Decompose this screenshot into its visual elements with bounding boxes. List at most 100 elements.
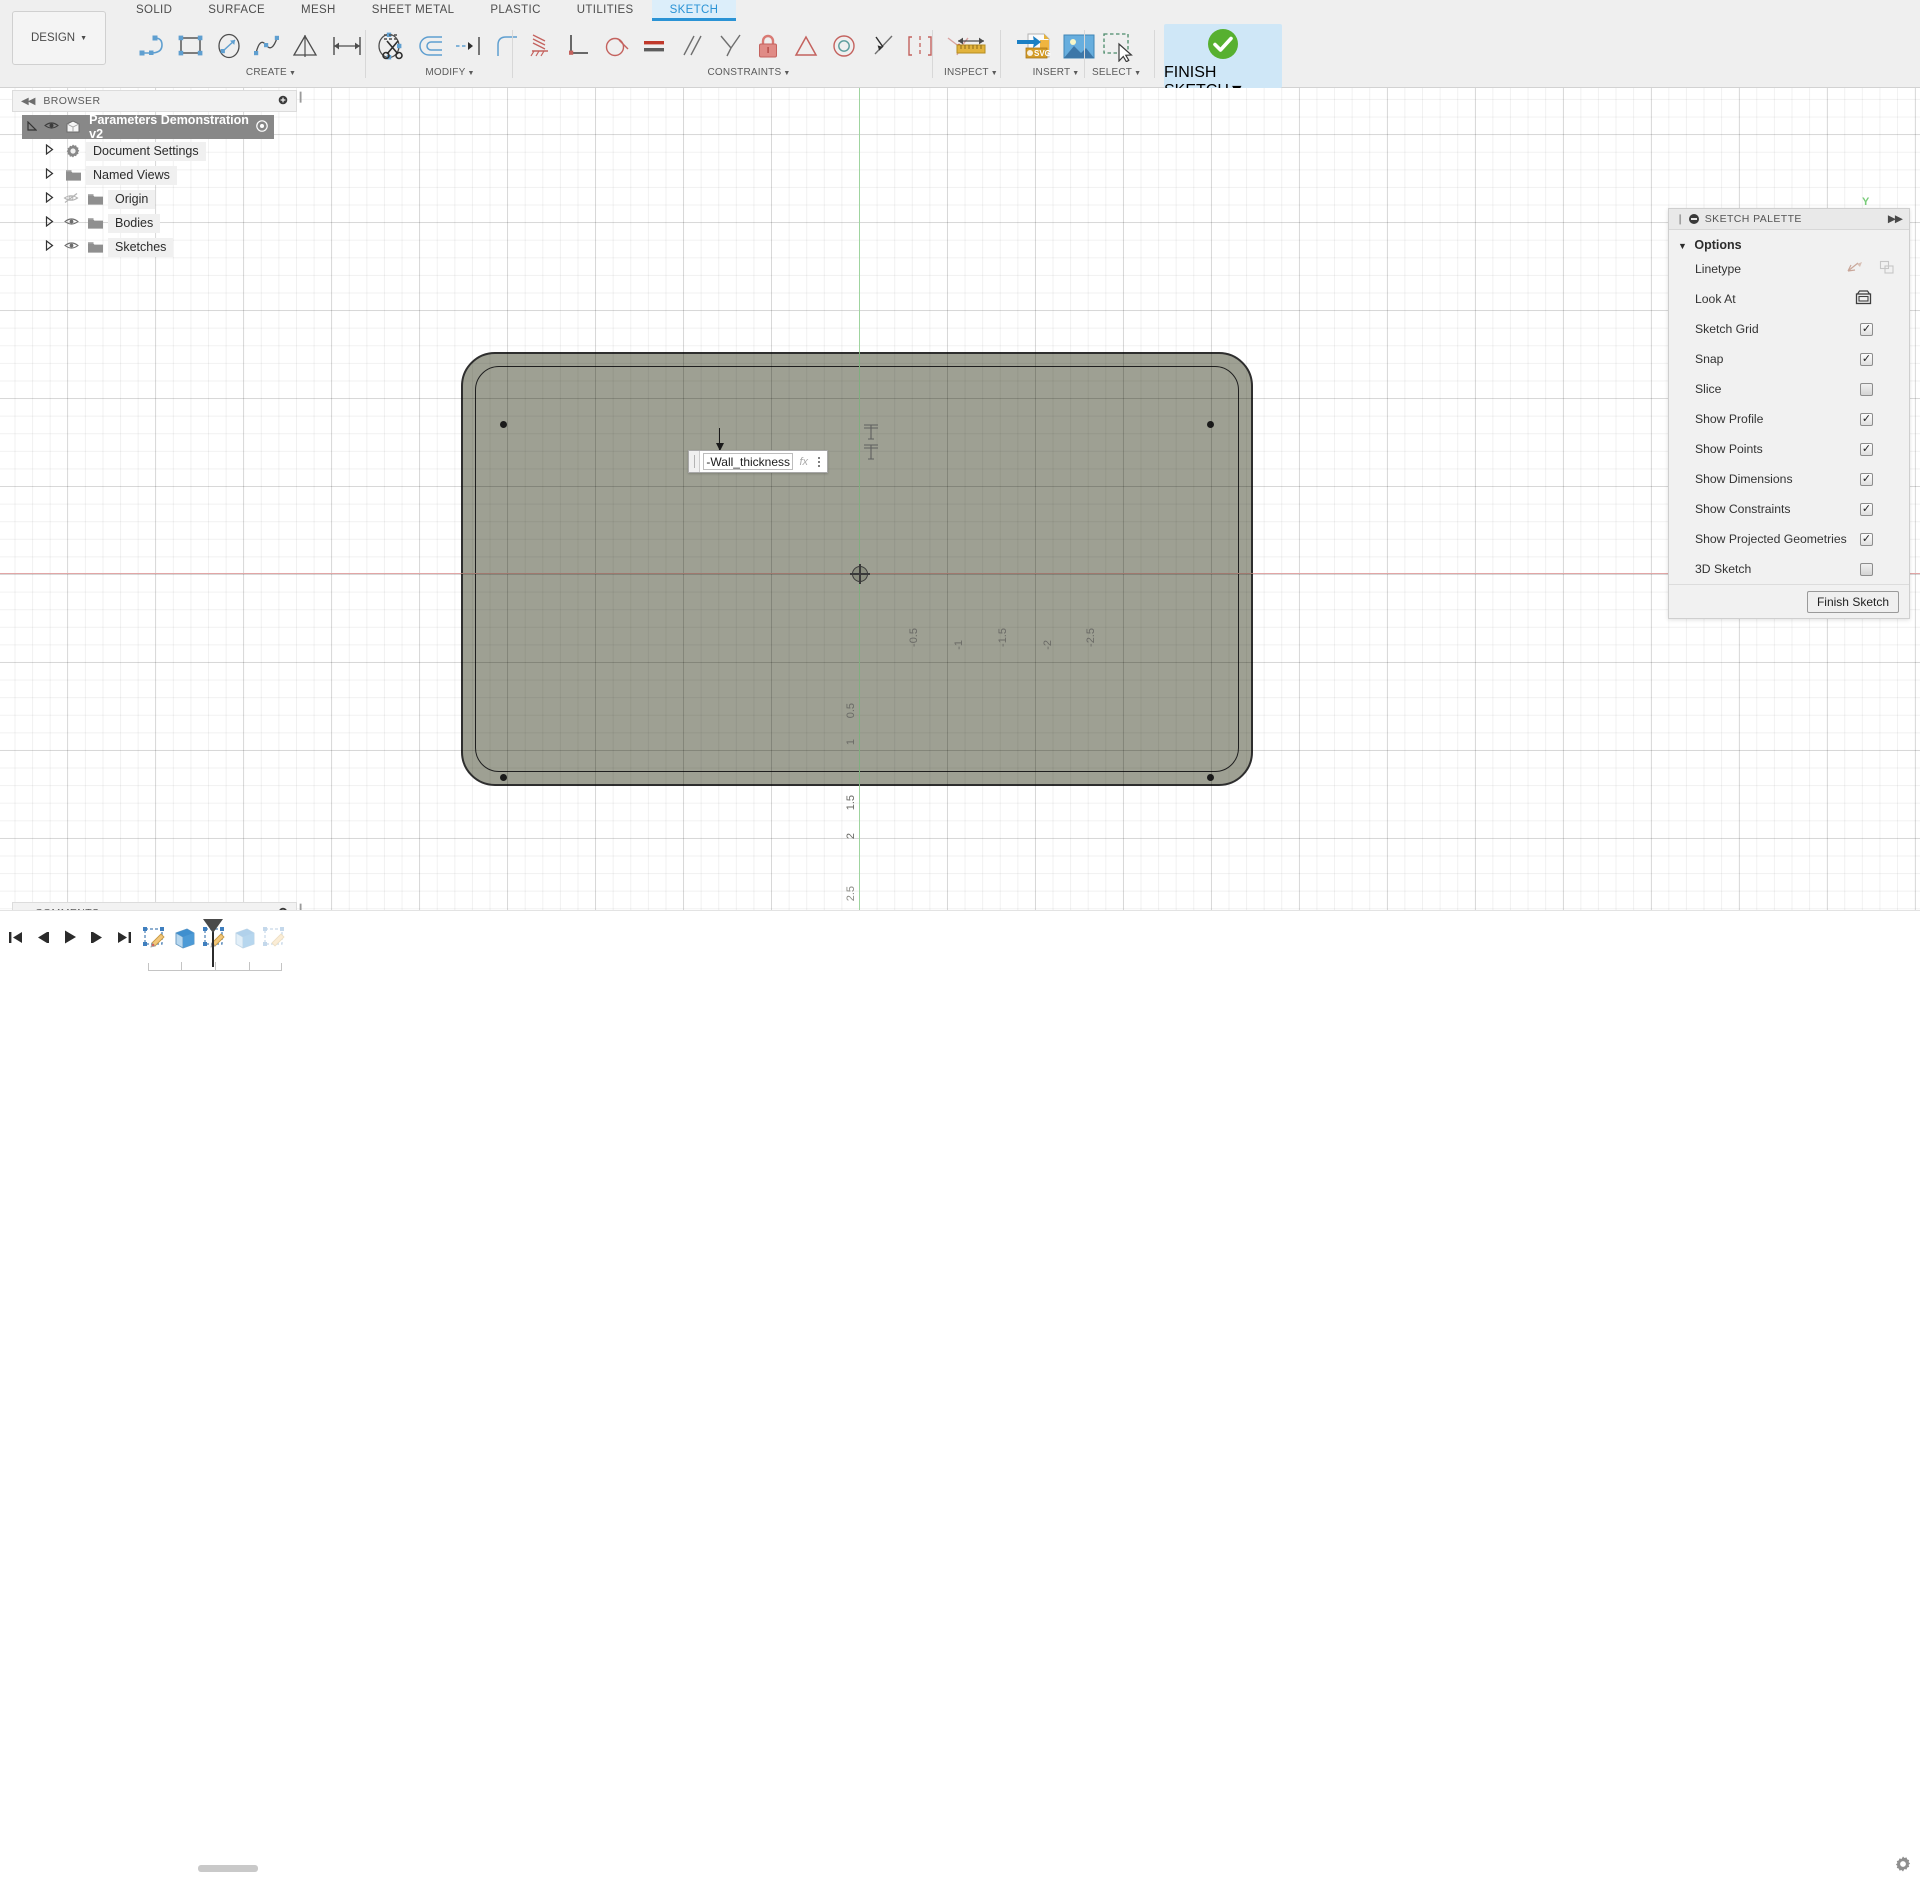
sketch-origin-point[interactable]	[852, 566, 868, 582]
tangent-constraint-button[interactable]	[597, 26, 635, 66]
step-backward-button[interactable]	[35, 930, 50, 950]
smooth-constraint-button[interactable]	[901, 26, 939, 66]
snap-checkbox[interactable]: ✓	[1860, 353, 1873, 366]
tab-mesh[interactable]: MESH	[283, 0, 354, 21]
expand-triangle-icon[interactable]	[38, 192, 60, 206]
jump-to-end-button[interactable]	[117, 930, 132, 950]
tab-sketch[interactable]: SKETCH	[652, 0, 737, 21]
palette-options-section-header[interactable]: ▼ Options	[1669, 230, 1909, 254]
finish-sketch-check-button[interactable]	[1200, 24, 1246, 64]
fx-icon[interactable]: fx	[796, 456, 811, 468]
extend-tool-button[interactable]	[450, 26, 488, 66]
tab-sheet-metal[interactable]: SHEET METAL	[354, 0, 473, 21]
sketch-point[interactable]	[1207, 774, 1214, 781]
dimension-input-callout[interactable]: -Wall_thickness fx	[688, 450, 828, 473]
timeline-feature-sketch-pending[interactable]	[262, 925, 288, 951]
concentric-constraint-button[interactable]	[825, 26, 863, 66]
kebab-menu-icon[interactable]	[811, 457, 827, 467]
tab-plastic[interactable]: PLASTIC	[472, 0, 558, 21]
browser-options-icon[interactable]	[278, 95, 288, 108]
show-projected-geometries-checkbox[interactable]: ✓	[1860, 533, 1873, 546]
expand-triangle-icon[interactable]	[38, 240, 60, 254]
palette-pin-icon[interactable]	[1689, 214, 1699, 224]
measure-tool-button[interactable]	[948, 26, 994, 66]
expand-triangle-icon[interactable]	[38, 168, 60, 182]
sketch-point[interactable]	[1207, 421, 1214, 428]
linetype-centerline-icon[interactable]	[1879, 260, 1895, 278]
expand-triangle-icon[interactable]	[38, 144, 60, 158]
ribbon-group-insert-label[interactable]: INSERT▼	[1033, 67, 1080, 78]
sketch-point[interactable]	[500, 774, 507, 781]
browser-resize-handle[interactable]: ❙	[296, 90, 305, 103]
slice-checkbox[interactable]	[1860, 383, 1873, 396]
linetype-construction-icon[interactable]	[1846, 260, 1863, 278]
finish-sketch-button[interactable]: Finish Sketch	[1807, 591, 1899, 613]
browser-item-bodies[interactable]: Bodies	[38, 211, 297, 235]
component-activate-icon[interactable]	[256, 120, 268, 135]
visibility-eye-icon[interactable]	[60, 216, 82, 230]
parallel-constraint-button[interactable]	[673, 26, 711, 66]
sketch-palette-header[interactable]: ❙ SKETCH PALETTE ▶▶	[1669, 209, 1909, 230]
timeline-playhead[interactable]	[212, 921, 214, 967]
step-forward-button[interactable]	[90, 930, 105, 950]
tab-solid[interactable]: SOLID	[118, 0, 190, 21]
workspace-switcher-button[interactable]: DESIGN ▼	[12, 11, 106, 65]
look-at-icon[interactable]	[1854, 289, 1873, 309]
dimension-value-input[interactable]: -Wall_thickness	[703, 453, 793, 470]
show-constraints-checkbox[interactable]: ✓	[1860, 503, 1873, 516]
callout-drag-handle[interactable]	[689, 451, 700, 472]
browser-item-sketches[interactable]: Sketches	[38, 235, 297, 259]
show-points-checkbox[interactable]: ✓	[1860, 443, 1873, 456]
timeline-scrollbar[interactable]	[198, 1865, 258, 1872]
expand-right-icon[interactable]: ▶▶	[1888, 213, 1902, 225]
jump-to-start-button[interactable]	[8, 930, 23, 950]
sketch-grid-checkbox[interactable]: ✓	[1860, 323, 1873, 336]
visibility-eye-icon[interactable]	[42, 120, 62, 134]
browser-item-root[interactable]: Parameters Demonstration v2	[22, 115, 274, 139]
timeline-feature-sketch[interactable]	[142, 925, 168, 951]
select-tool-button[interactable]	[1094, 26, 1140, 66]
expand-triangle-icon[interactable]	[22, 121, 42, 134]
visibility-eye-hidden-icon[interactable]	[60, 192, 82, 207]
ribbon-group-modify-label[interactable]: MODIFY▼	[425, 67, 474, 78]
show-profile-checkbox[interactable]: ✓	[1860, 413, 1873, 426]
show-dimensions-checkbox[interactable]: ✓	[1860, 473, 1873, 486]
mirror-tool-button[interactable]	[286, 26, 324, 66]
fix-lock-constraint-button[interactable]	[749, 26, 787, 66]
expand-triangle-icon[interactable]	[38, 216, 60, 230]
ribbon-group-inspect-label[interactable]: INSPECT▼	[944, 67, 998, 78]
browser-item-named-views[interactable]: Named Views	[38, 163, 297, 187]
ribbon-group-select-label[interactable]: SELECT▼	[1092, 67, 1141, 78]
timeline-feature-extrude-pending[interactable]	[232, 925, 258, 951]
tab-surface[interactable]: SURFACE	[190, 0, 283, 21]
perpendicular-constraint-button[interactable]	[559, 26, 597, 66]
offset-tool-button[interactable]	[412, 26, 450, 66]
play-button[interactable]	[62, 929, 78, 950]
trim-tool-button[interactable]	[374, 26, 412, 66]
timeline-settings-gear-icon[interactable]	[1894, 1855, 1912, 1878]
browser-item-origin[interactable]: Origin	[38, 187, 297, 211]
circle-tool-button[interactable]	[210, 26, 248, 66]
visibility-eye-icon[interactable]	[60, 240, 82, 254]
tab-utilities[interactable]: UTILITIES	[559, 0, 652, 21]
line-tool-button[interactable]	[134, 26, 172, 66]
browser-header[interactable]: ◀◀ BROWSER	[12, 90, 297, 112]
palette-drag-handle[interactable]: ❙	[1676, 214, 1685, 225]
midpoint-constraint-button[interactable]	[711, 26, 749, 66]
horizontal-vertical-constraint-button[interactable]	[521, 26, 559, 66]
spline-tool-button[interactable]	[248, 26, 286, 66]
collinear-constraint-button[interactable]	[863, 26, 901, 66]
sketch-point[interactable]	[500, 421, 507, 428]
symmetry-constraint-button[interactable]	[787, 26, 825, 66]
collapse-left-icon[interactable]: ◀◀	[21, 96, 34, 107]
3d-sketch-checkbox[interactable]	[1860, 563, 1873, 576]
ribbon-group-constraints-label[interactable]: CONSTRAINTS▼	[707, 67, 790, 78]
browser-item-document-settings[interactable]: Document Settings	[38, 139, 297, 163]
rectangle-tool-button[interactable]	[172, 26, 210, 66]
rectangular-pattern-tool-button[interactable]	[324, 26, 370, 66]
timeline-feature-extrude[interactable]	[172, 925, 198, 951]
ribbon-group-finish-sketch[interactable]: FINISH SKETCH▼	[1164, 24, 1282, 88]
equal-constraint-button[interactable]	[635, 26, 673, 66]
insert-svg-button[interactable]: SVG	[1010, 26, 1056, 66]
ribbon-group-create-label[interactable]: CREATE▼	[246, 67, 296, 78]
